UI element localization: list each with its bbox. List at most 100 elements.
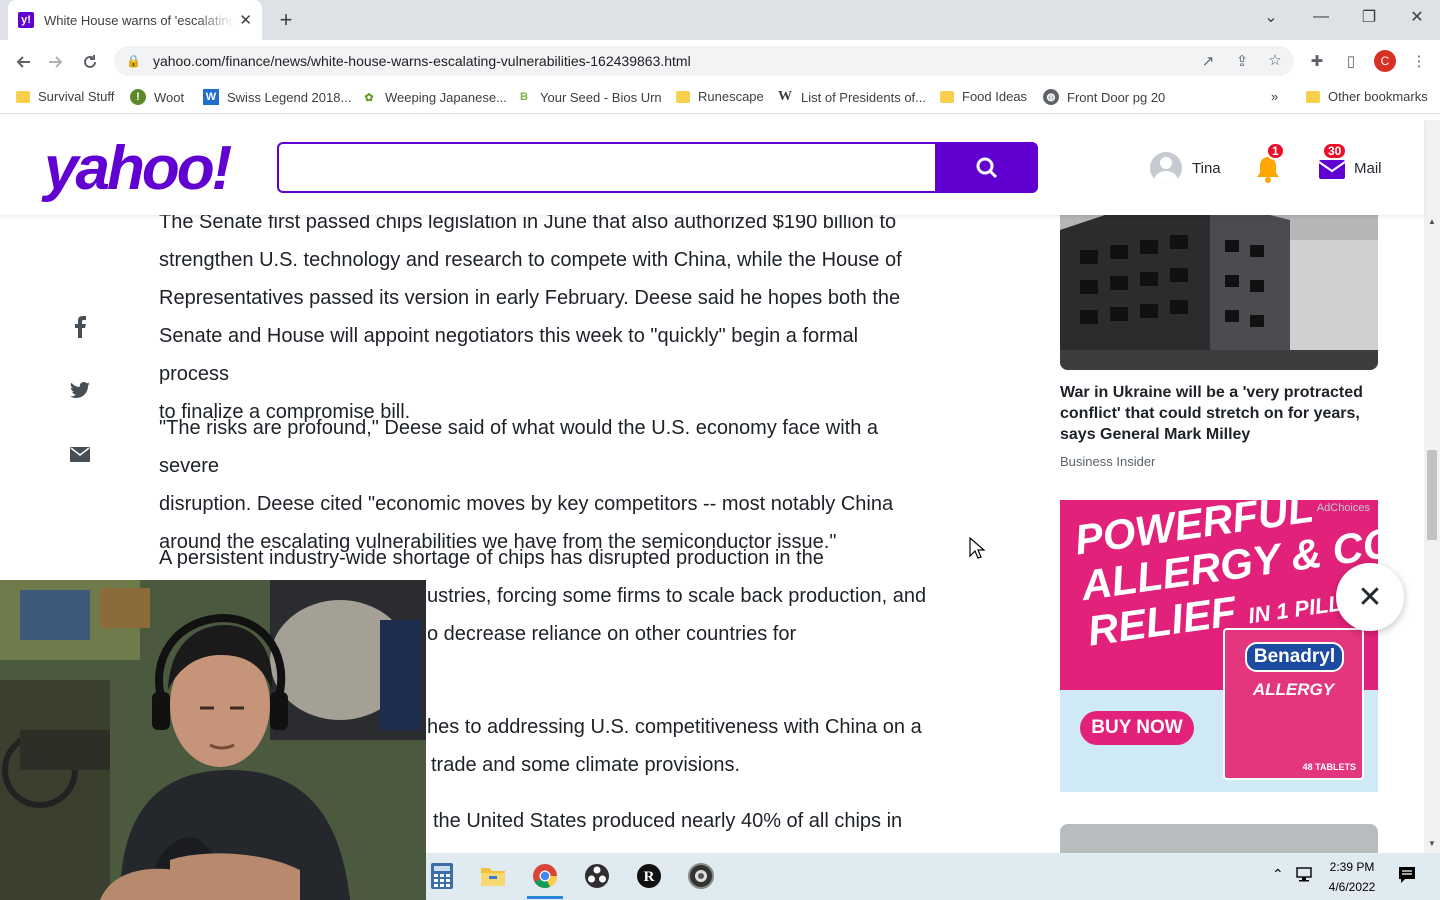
- bookmark-front-door[interactable]: ◍ Front Door pg 20: [1043, 89, 1165, 105]
- ad-product-sub: ALLERGY: [1252, 680, 1335, 699]
- close-ad-button[interactable]: ✕: [1336, 563, 1404, 631]
- bookmark-label: List of Presidents of...: [801, 89, 927, 105]
- calculator-taskbar-icon[interactable]: [427, 860, 457, 892]
- extensions-icon[interactable]: ✚: [1306, 50, 1328, 72]
- mail-label[interactable]: Mail: [1354, 160, 1382, 177]
- menu-icon[interactable]: ⋮: [1408, 50, 1430, 72]
- story-headline[interactable]: War in Ukraine will be a 'very protracte…: [1060, 382, 1378, 445]
- app-taskbar-icon[interactable]: [686, 860, 716, 892]
- back-button[interactable]: [9, 48, 37, 76]
- open-in-app-icon[interactable]: ↗: [1198, 52, 1218, 70]
- bookmark-star-icon[interactable]: ☆: [1265, 51, 1285, 69]
- bookmark-runescape[interactable]: Runescape: [676, 89, 764, 104]
- notification-center-icon[interactable]: [1398, 866, 1416, 887]
- twitter-icon: [70, 381, 90, 398]
- woot-icon: !: [130, 89, 146, 105]
- email-icon: [70, 446, 90, 462]
- mouse-cursor-icon: [969, 537, 985, 559]
- scrollbar-thumb[interactable]: [1427, 450, 1437, 540]
- user-menu[interactable]: Tina: [1150, 152, 1221, 184]
- article-line: "The risks are profound," Deese said of …: [159, 417, 879, 477]
- bookmark-weeping-japanese[interactable]: ✿ Weeping Japanese...: [361, 89, 507, 105]
- new-tab-button[interactable]: +: [274, 6, 298, 34]
- tab-strip: y! White House warns of 'escalating vuln…: [0, 0, 1440, 40]
- address-bar[interactable]: 🔒 yahoo.com/finance/news/white-house-war…: [114, 46, 1294, 76]
- restore-button[interactable]: ❐: [1346, 0, 1392, 34]
- tray-expand-icon[interactable]: ⌃: [1272, 866, 1284, 883]
- ad-buy-now-button[interactable]: BUY NOW: [1080, 711, 1194, 745]
- bookmarks-overflow-button[interactable]: »: [1271, 89, 1278, 104]
- bookmark-your-seed[interactable]: B Your Seed - Bios Urn: [516, 89, 662, 105]
- mail-badge: 30: [1322, 142, 1348, 160]
- obs-taskbar-icon[interactable]: [582, 860, 612, 892]
- webcam-feed-image: [0, 580, 426, 900]
- browser-tab[interactable]: y! White House warns of 'escalating vuln…: [8, 0, 262, 40]
- reload-icon: [84, 55, 96, 68]
- mail-button[interactable]: 30: [1318, 142, 1348, 185]
- taskbar-clock[interactable]: 2:39 PM 4/6/2022: [1320, 857, 1384, 897]
- folder-icon: [940, 90, 954, 103]
- yahoo-favicon-icon: y!: [18, 12, 34, 28]
- streamlabs-taskbar-icon[interactable]: R: [634, 860, 664, 892]
- search-button[interactable]: [935, 142, 1038, 193]
- other-bookmarks[interactable]: Other bookmarks: [1306, 89, 1428, 104]
- search-input[interactable]: [277, 142, 937, 193]
- tab-close-icon[interactable]: ✕: [239, 11, 252, 29]
- twitter-share-button[interactable]: [62, 372, 98, 408]
- bookmark-swiss-legend[interactable]: W Swiss Legend 2018...: [203, 89, 351, 105]
- bookmark-list-of-presidents[interactable]: W List of Presidents of...: [777, 89, 926, 105]
- file-explorer-taskbar-icon[interactable]: [478, 860, 508, 892]
- close-window-button[interactable]: ✕: [1394, 0, 1440, 34]
- folder-icon: [16, 90, 30, 103]
- other-bookmarks-label: Other bookmarks: [1328, 89, 1428, 104]
- folder-icon: [1306, 90, 1320, 103]
- forward-button[interactable]: [42, 48, 70, 76]
- ad-product-box: Benadryl ALLERGY 48 TABLETS: [1223, 628, 1364, 780]
- notification-badge: 1: [1266, 142, 1285, 160]
- folder-icon: [676, 90, 690, 103]
- forward-arrow-icon: [49, 56, 63, 68]
- bookmark-label: Your Seed - Bios Urn: [540, 89, 662, 105]
- bookmark-label: Runescape: [698, 89, 764, 104]
- facebook-share-button[interactable]: [62, 309, 98, 345]
- benadryl-ad[interactable]: AdChoices POWERFUL ALLERGY & COLD RELIEF…: [1060, 500, 1378, 792]
- next-story-image[interactable]: [1060, 824, 1378, 854]
- minimize-button[interactable]: —: [1298, 0, 1344, 34]
- clock-date: 4/6/2022: [1328, 880, 1376, 894]
- share-icon[interactable]: ⇪: [1232, 52, 1252, 70]
- ad-brand: Benadryl: [1245, 642, 1344, 672]
- yahoo-header: yahoo! Tina 1 30 Mail: [0, 120, 1424, 215]
- bookmark-food-ideas[interactable]: Food Ideas: [940, 89, 1027, 104]
- scroll-up-arrow[interactable]: ▲: [1424, 214, 1440, 230]
- bookmark-label: Survival Stuff: [38, 89, 115, 104]
- tab-title: White House warns of 'escalating vulnera…: [44, 12, 234, 28]
- profile-avatar[interactable]: C: [1374, 50, 1396, 72]
- bookmark-label: Weeping Japanese...: [385, 89, 507, 105]
- network-icon[interactable]: [1296, 866, 1314, 885]
- yahoo-logo[interactable]: yahoo!: [44, 138, 232, 200]
- side-panel-icon[interactable]: ▯: [1340, 50, 1362, 72]
- avatar: [1150, 152, 1182, 184]
- notifications-button[interactable]: 1: [1254, 142, 1285, 183]
- chrome-taskbar-icon[interactable]: [530, 860, 560, 892]
- search-icon: [976, 157, 997, 178]
- bookmark-woot[interactable]: ! Woot: [130, 89, 184, 105]
- story-source: Business Insider: [1060, 454, 1156, 469]
- plant-icon: ✿: [364, 91, 374, 104]
- email-share-button[interactable]: [62, 436, 98, 472]
- article-line: Senate and House will appoint negotiator…: [159, 325, 859, 385]
- article-line: A persistent industry-wide shortage of c…: [159, 547, 824, 569]
- active-app-indicator: [527, 896, 563, 899]
- b-icon: B: [520, 91, 528, 103]
- bookmarks-bar: Survival Stuff ! Woot W Swiss Legend 2018.…: [0, 84, 1440, 114]
- article-line: strengthen U.S. technology and research …: [159, 249, 902, 271]
- story-image[interactable]: [1060, 200, 1378, 370]
- back-arrow-icon: [16, 56, 30, 68]
- facebook-icon: [75, 316, 86, 338]
- reload-button[interactable]: [76, 48, 104, 76]
- bookmark-survival-stuff[interactable]: Survival Stuff: [16, 89, 114, 104]
- browser-toolbar: 🔒 yahoo.com/finance/news/white-house-war…: [0, 40, 1440, 82]
- scroll-down-arrow[interactable]: ▼: [1424, 836, 1440, 852]
- article-line: disruption. Deese cited "economic moves …: [159, 493, 894, 515]
- tab-search-icon[interactable]: ⌄: [1248, 0, 1294, 34]
